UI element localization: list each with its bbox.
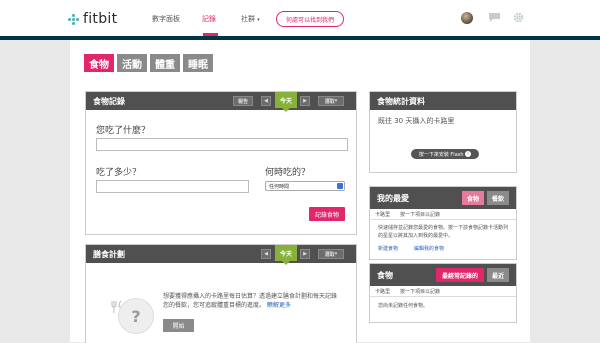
install-flash-label: 按一下來安裝 Flash	[418, 151, 464, 158]
report-button[interactable]: 報告	[233, 96, 253, 106]
tab-weight[interactable]: 體重	[150, 54, 180, 72]
logo-dots-icon	[68, 13, 79, 25]
new-food-link[interactable]: 新建食物	[378, 245, 398, 254]
fitbit-logo[interactable]: fitbit	[68, 11, 117, 27]
diet-plan-header: 膳食計劃 ◀ 今天 ▶ 選取 ▾	[86, 245, 356, 265]
top-bar: fitbit 數字面板 記錄 社群 ▾ 何處可以找到我們	[0, 0, 600, 36]
chevron-down-icon: ▾	[257, 17, 260, 23]
calories-column: 卡路里	[375, 212, 391, 218]
start-button[interactable]: 開始	[163, 319, 194, 332]
select-date-label: 選取	[324, 98, 335, 105]
favorites-title: 我的最愛	[377, 193, 409, 203]
foods-column-header: 卡路里 按一下項目以記錄	[370, 287, 516, 297]
select-date-button[interactable]: 選取 ▾	[318, 249, 344, 259]
diet-plan-panel: 膳食計劃 ◀ 今天 ▶ 選取 ▾ ? 想要獲得應攝入的卡路里每日估算？透過建立膳…	[85, 244, 357, 343]
what-label: 您吃了什麼？	[96, 126, 151, 136]
tab-most-logged[interactable]: 最經常記錄的	[436, 268, 484, 282]
nav-dashboard[interactable]: 數字面板	[152, 14, 180, 24]
diet-plan-text: 想要獲得應攝入的卡路里每日估算？透過建立膳食計劃和每天記錄您的餐飲，您可追蹤體重…	[163, 292, 339, 310]
next-day-button[interactable]: ▶	[300, 249, 310, 259]
food-log-header: 食物記錄 報告 ◀ 今天 ▶ 選取 ▾	[86, 92, 356, 112]
food-log-title: 食物記錄	[93, 96, 125, 106]
food-search-input[interactable]	[96, 138, 348, 151]
install-flash-button[interactable]: 按一下來安裝 Flash ›	[411, 149, 479, 159]
nav-log[interactable]: 記錄	[202, 14, 216, 24]
favorites-column-header: 卡路里 按一下項目以記錄	[370, 210, 516, 220]
logo-text: fitbit	[83, 11, 118, 27]
edit-my-foods-link[interactable]: 編輯我的食物	[414, 245, 444, 254]
message-icon[interactable]	[489, 13, 500, 22]
food-stats-panel: 食物統計資料 既往 30 天攝入的卡路里 按一下來安裝 Flash ›	[369, 91, 517, 173]
nav-community[interactable]: 社群 ▾	[241, 14, 260, 24]
prev-day-button[interactable]: ◀	[261, 96, 271, 106]
diet-plan-description: 想要獲得應攝入的卡路里每日估算？透過建立膳食計劃和每天記錄您的餐飲，您可追蹤體重…	[163, 293, 338, 309]
favorites-help-text: 快速儲存並記錄您最愛的食物。按一下該食物記錄卡活動列的星星以將其加入到我的最愛中…	[378, 225, 509, 239]
tab-food[interactable]: 食物	[84, 54, 114, 72]
select-date-label: 選取	[324, 251, 335, 258]
avatar[interactable]	[461, 12, 473, 24]
tab-favorite-meals[interactable]: 餐飲	[487, 191, 509, 205]
nav-community-label: 社群	[241, 15, 255, 23]
click-to-log-column: 按一下項目以記錄	[400, 212, 441, 218]
food-log-panel: 食物記錄 報告 ◀ 今天 ▶ 選取 ▾ 您吃了什麼？ 吃了多少？ 何時吃的？ 任…	[85, 91, 357, 235]
question-icon: ?	[118, 298, 154, 334]
tab-sleep[interactable]: 睡眠	[183, 54, 213, 72]
food-stats-subtitle: 既往 30 天攝入的卡路里	[378, 117, 455, 125]
foods-header: 食物 最經常記錄的 最近	[370, 264, 516, 286]
tab-activity[interactable]: 活動	[117, 54, 147, 72]
amount-input[interactable]	[96, 180, 249, 193]
click-to-log-column: 按一下項目以記錄	[400, 289, 441, 295]
today-marker: 今天	[275, 92, 297, 112]
food-stats-header: 食物統計資料	[370, 92, 516, 110]
favorites-panel: 我的最愛 食物 餐飲 卡路里 按一下項目以記錄 快速儲存並記錄您最愛的食物。按一…	[369, 186, 517, 260]
find-us-link[interactable]: 何處可以找到我們	[276, 11, 344, 27]
when-label: 何時吃的？	[265, 168, 311, 178]
amount-label: 吃了多少？	[96, 168, 142, 178]
favorites-header: 我的最愛 食物 餐飲	[370, 187, 516, 209]
foods-panel: 食物 最經常記錄的 最近 卡路里 按一下項目以記錄 您尚未記錄任何食物。	[369, 263, 517, 323]
gear-icon[interactable]	[513, 12, 524, 23]
prev-day-button[interactable]: ◀	[261, 249, 271, 259]
log-food-button[interactable]: 記錄食物	[309, 207, 345, 221]
foods-title: 食物	[377, 270, 393, 280]
meal-time-value: 任何時間	[269, 183, 290, 190]
next-day-button[interactable]: ▶	[300, 96, 310, 106]
meal-time-select[interactable]: 任何時間	[265, 181, 345, 191]
tab-recent[interactable]: 最近	[487, 268, 509, 282]
today-marker: 今天	[275, 245, 297, 265]
select-date-button[interactable]: 選取 ▾	[318, 96, 344, 106]
foods-empty-text: 您尚未記錄任何食物。	[378, 303, 429, 309]
tab-favorite-foods[interactable]: 食物	[462, 191, 484, 205]
select-arrow-icon	[337, 183, 343, 189]
log-tabs: 食物 活動 體重 睡眠	[84, 54, 213, 72]
arrow-right-icon: ›	[465, 151, 472, 157]
learn-more-link[interactable]: 瞭解更多	[267, 302, 291, 309]
diet-plan-title: 膳食計劃	[93, 249, 125, 259]
calories-column: 卡路里	[375, 289, 391, 295]
